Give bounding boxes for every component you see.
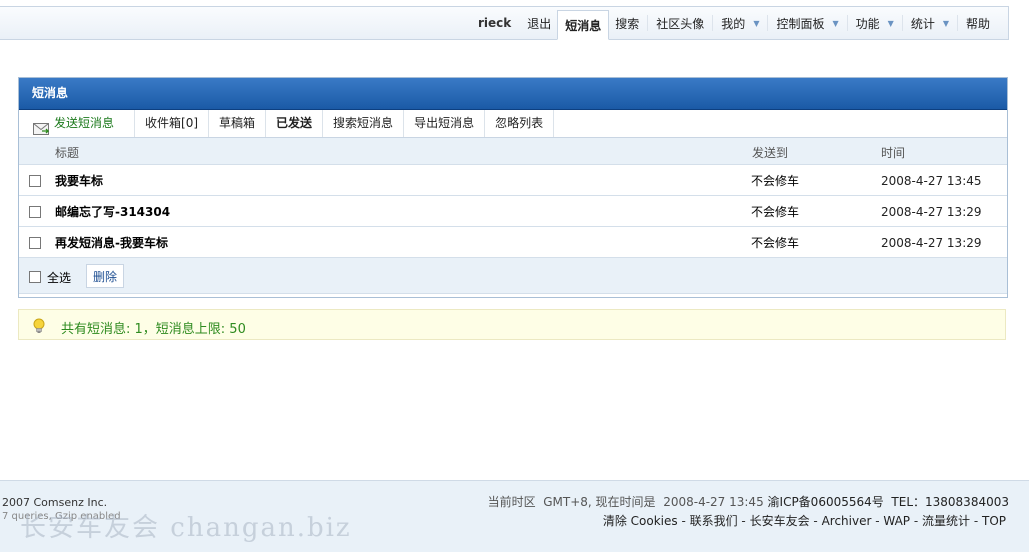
nav-stats-label: 统计 xyxy=(910,16,935,31)
telephone: TEL：13808384003 xyxy=(891,495,1009,509)
table-row: 邮编忘了写-314304 不会修车 2008-4-27 13:29 xyxy=(19,196,1007,227)
nav-functions-label: 功能 xyxy=(855,16,880,31)
tab-send-label: 发送短消息 xyxy=(54,116,115,130)
watermark: 长安车友会 changan.biz xyxy=(20,513,352,543)
tab-search-pm[interactable]: 搜索短消息 xyxy=(323,110,405,137)
pm-tabs: 发送短消息 收件箱[0] 草稿箱 已发送 搜索短消息 导出短消息 忽略列表 xyxy=(19,110,1007,138)
row-checkbox[interactable] xyxy=(29,206,41,218)
message-title-link[interactable]: 我要车标 xyxy=(55,172,103,189)
table-row: 我要车标 不会修车 2008-4-27 13:45 xyxy=(19,165,1007,196)
nav-divider xyxy=(647,15,649,31)
table-actions: 全选 删除 xyxy=(19,258,1007,294)
table-header: 标题 发送到 时间 xyxy=(19,138,1007,165)
tab-inbox[interactable]: 收件箱[0] xyxy=(135,110,210,137)
column-sent-to: 发送到 xyxy=(752,146,789,160)
footer-link-archiver[interactable]: Archiver xyxy=(822,514,872,528)
nav-username[interactable]: rieck xyxy=(472,7,521,39)
recipient-link[interactable]: 不会修车 xyxy=(751,203,799,220)
lightbulb-icon xyxy=(32,318,46,334)
nav-avatar[interactable]: 社区头像 xyxy=(650,7,710,39)
nav-pm[interactable]: 短消息 xyxy=(557,10,610,40)
recipient-link[interactable]: 不会修车 xyxy=(751,234,799,251)
select-all-checkbox[interactable] xyxy=(29,271,41,283)
pm-box: 短消息 发送短消息 收件箱[0] 草稿箱 已发送 搜索短消息 导出短消息 忽略列… xyxy=(18,77,1008,298)
chevron-down-icon: ▼ xyxy=(887,18,894,28)
column-time: 时间 xyxy=(881,146,906,160)
nav-logout[interactable]: 退出 xyxy=(521,7,557,39)
tab-drafts[interactable]: 草稿箱 xyxy=(209,110,267,137)
select-all-label[interactable]: 全选 xyxy=(47,269,71,286)
footer-link-clear-cookies[interactable]: 清除 Cookies xyxy=(603,514,678,528)
top-navigation: rieck 退出 短消息 搜索 社区头像 我的 ▼ 控制面板 ▼ 功能 ▼ 统计 ▼ 帮… xyxy=(0,6,1009,40)
nav-divider xyxy=(846,15,848,31)
timezone-label: 当前时区 xyxy=(487,495,536,509)
current-time: 2008-4-27 13:45 xyxy=(663,495,764,509)
footer-links: 清除 Cookies - 联系我们 - 长安车友会 - Archiver - W… xyxy=(602,514,1006,528)
nav-mine[interactable]: 我的 ▼ xyxy=(715,7,765,39)
timezone-text: GMT+8, 现在时间是 xyxy=(543,495,656,509)
table-row: 再发短消息-我要车标 不会修车 2008-4-27 13:29 xyxy=(19,227,1007,258)
nav-search[interactable]: 搜索 xyxy=(609,7,645,39)
nav-divider xyxy=(956,15,958,31)
recipient-link[interactable]: 不会修车 xyxy=(751,172,799,189)
footer-link-top[interactable]: TOP xyxy=(982,514,1006,528)
chevron-down-icon: ▼ xyxy=(753,18,760,28)
nav-divider xyxy=(767,15,769,31)
footer-link-wap[interactable]: WAP xyxy=(883,514,910,528)
chevron-down-icon: ▼ xyxy=(942,18,949,28)
quota-text: 共有短消息: 1，短消息上限: 50 xyxy=(61,322,246,337)
nav-stats[interactable]: 统计 ▼ xyxy=(905,7,955,39)
message-time: 2008-4-27 13:29 xyxy=(881,205,982,219)
footer-link-club[interactable]: 长安车友会 xyxy=(750,514,810,528)
message-title-link[interactable]: 邮编忘了写-314304 xyxy=(55,203,170,220)
footer-time-line: 当前时区 GMT+8, 现在时间是 2008-4-27 13:45 渝ICP备0… xyxy=(488,493,1009,510)
column-title: 标题 xyxy=(55,146,80,160)
nav-items: rieck 退出 短消息 搜索 社区头像 我的 ▼ 控制面板 ▼ 功能 ▼ 统计 ▼ 帮… xyxy=(472,7,996,40)
nav-control-panel[interactable]: 控制面板 ▼ xyxy=(770,7,844,39)
row-checkbox[interactable] xyxy=(29,237,41,249)
pm-box-title: 短消息 xyxy=(19,78,1007,110)
pm-quota-notice: 共有短消息: 1，短消息上限: 50 xyxy=(18,309,1006,340)
footer-link-stats[interactable]: 流量统计 xyxy=(922,514,970,528)
nav-divider xyxy=(712,15,714,31)
footer-link-contact[interactable]: 联系我们 xyxy=(690,514,738,528)
nav-help[interactable]: 帮助 xyxy=(960,7,996,39)
icp-link[interactable]: 渝ICP备06005564号 xyxy=(768,495,884,509)
message-time: 2008-4-27 13:45 xyxy=(881,174,982,188)
tab-ignore-list[interactable]: 忽略列表 xyxy=(485,110,555,137)
nav-functions[interactable]: 功能 ▼ xyxy=(850,7,900,39)
tab-sent[interactable]: 已发送 xyxy=(266,110,324,137)
tab-export-pm[interactable]: 导出短消息 xyxy=(404,110,486,137)
nav-mine-label: 我的 xyxy=(721,16,746,31)
nav-divider xyxy=(901,15,903,31)
tab-send-pm[interactable]: 发送短消息 xyxy=(19,110,136,137)
message-time: 2008-4-27 13:29 xyxy=(881,236,982,250)
envelope-icon xyxy=(33,118,50,135)
delete-button[interactable]: 删除 xyxy=(86,264,124,288)
chevron-down-icon: ▼ xyxy=(832,18,839,28)
row-checkbox[interactable] xyxy=(29,175,41,187)
nav-control-label: 控制面板 xyxy=(776,16,825,31)
message-title-link[interactable]: 再发短消息-我要车标 xyxy=(55,234,168,251)
